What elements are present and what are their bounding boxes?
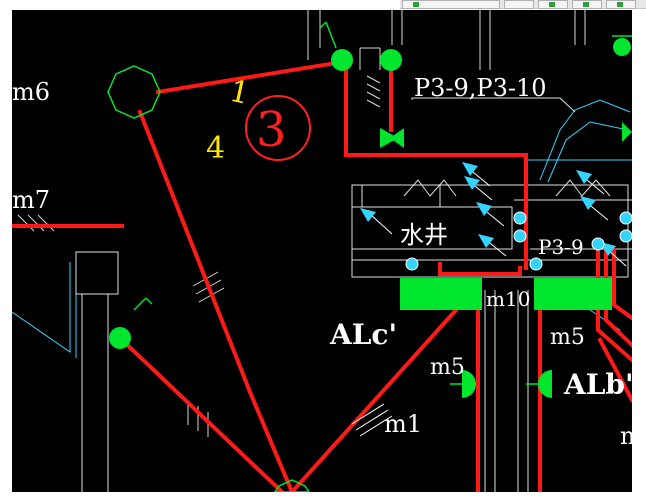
equipment-box [75, 251, 119, 295]
hatch-ticks [17, 75, 381, 437]
terminal-pad[interactable] [534, 278, 612, 310]
hatch-tick [366, 83, 381, 92]
wire [438, 262, 522, 276]
marker-circle[interactable] [619, 229, 632, 243]
valve-symbol[interactable] [622, 122, 632, 142]
marker-circle[interactable] [591, 237, 605, 251]
cyan-arrows [360, 162, 627, 267]
marker-circle[interactable] [529, 257, 543, 271]
leader-line [325, 21, 337, 49]
toolbar-icon [413, 2, 419, 7]
cad-drawing: m6 m7 P3-9,P3-10 水井 P3-9 m10 m5 m5 ALc' … [12, 10, 632, 492]
arrow-head [478, 234, 494, 248]
wall-outline [12, 262, 71, 353]
annotation-denominator: 4 [206, 131, 225, 166]
toolbar-icon [549, 2, 555, 7]
zigzag [403, 179, 457, 197]
arrow-head [360, 208, 376, 222]
red-wiring [12, 58, 632, 492]
terminal-pad[interactable] [400, 278, 482, 310]
marker-circle[interactable] [513, 229, 527, 243]
window-bottom-border [0, 492, 646, 502]
arrow-shaft [369, 213, 393, 235]
label-m1: m1 [384, 410, 422, 438]
hatch-tick [27, 214, 45, 232]
hub-octagon[interactable] [107, 65, 161, 119]
window-right-border [632, 0, 646, 502]
label-m7: m7 [12, 186, 50, 214]
hatch-tick [37, 214, 55, 232]
toolbar-button[interactable] [606, 0, 636, 9]
zigzag [555, 179, 611, 197]
junction-node[interactable] [380, 49, 402, 71]
cad-viewer-window: m6 m7 P3-9,P3-10 水井 P3-9 m10 m5 m5 ALc' … [0, 0, 646, 502]
label-m10: m10 [486, 287, 530, 311]
marker-circle[interactable] [619, 211, 632, 225]
wire [137, 109, 253, 395]
label-m-edge: m [620, 422, 632, 450]
junction-node[interactable] [613, 38, 631, 56]
hatch-tick [366, 75, 381, 84]
handwritten-annotation: 1 4 3 [206, 74, 311, 166]
label-m5-left: m5 [430, 355, 465, 380]
annotation-circled-number: 3 [256, 102, 287, 158]
toolbar-icon [617, 2, 623, 7]
window-left-border [0, 0, 12, 502]
toolbar-button[interactable] [538, 0, 568, 9]
toolbar-button[interactable] [504, 0, 534, 9]
label-m6: m6 [12, 78, 50, 106]
junction-node[interactable] [109, 327, 131, 349]
label-water-well: 水井 [400, 221, 448, 249]
hatch-tick [366, 91, 381, 100]
toolbar-button[interactable] [402, 0, 500, 9]
label-alb: ALb' [563, 368, 632, 401]
label-alc: ALc' [329, 318, 397, 351]
cad-drawing-canvas[interactable]: m6 m7 P3-9,P3-10 水井 P3-9 m10 m5 m5 ALc' … [12, 10, 632, 492]
hatch-tick [17, 214, 35, 232]
label-m5-right: m5 [550, 325, 585, 350]
leader-line [319, 21, 327, 29]
label-sheet-ref: P3-9,P3-10 [414, 74, 547, 102]
marker-circle[interactable] [513, 211, 527, 225]
marker-circle[interactable] [405, 257, 419, 271]
equipment-box [361, 184, 441, 208]
toolbar-icon [583, 2, 589, 7]
junction-node[interactable] [331, 49, 353, 71]
leader-line [145, 297, 153, 305]
wire [247, 389, 295, 492]
leader-line [133, 297, 147, 311]
toolbar [400, 0, 646, 9]
toolbar-button[interactable] [572, 0, 602, 9]
hatch-tick [366, 99, 381, 108]
label-p3-9: P3-9 [538, 235, 584, 259]
